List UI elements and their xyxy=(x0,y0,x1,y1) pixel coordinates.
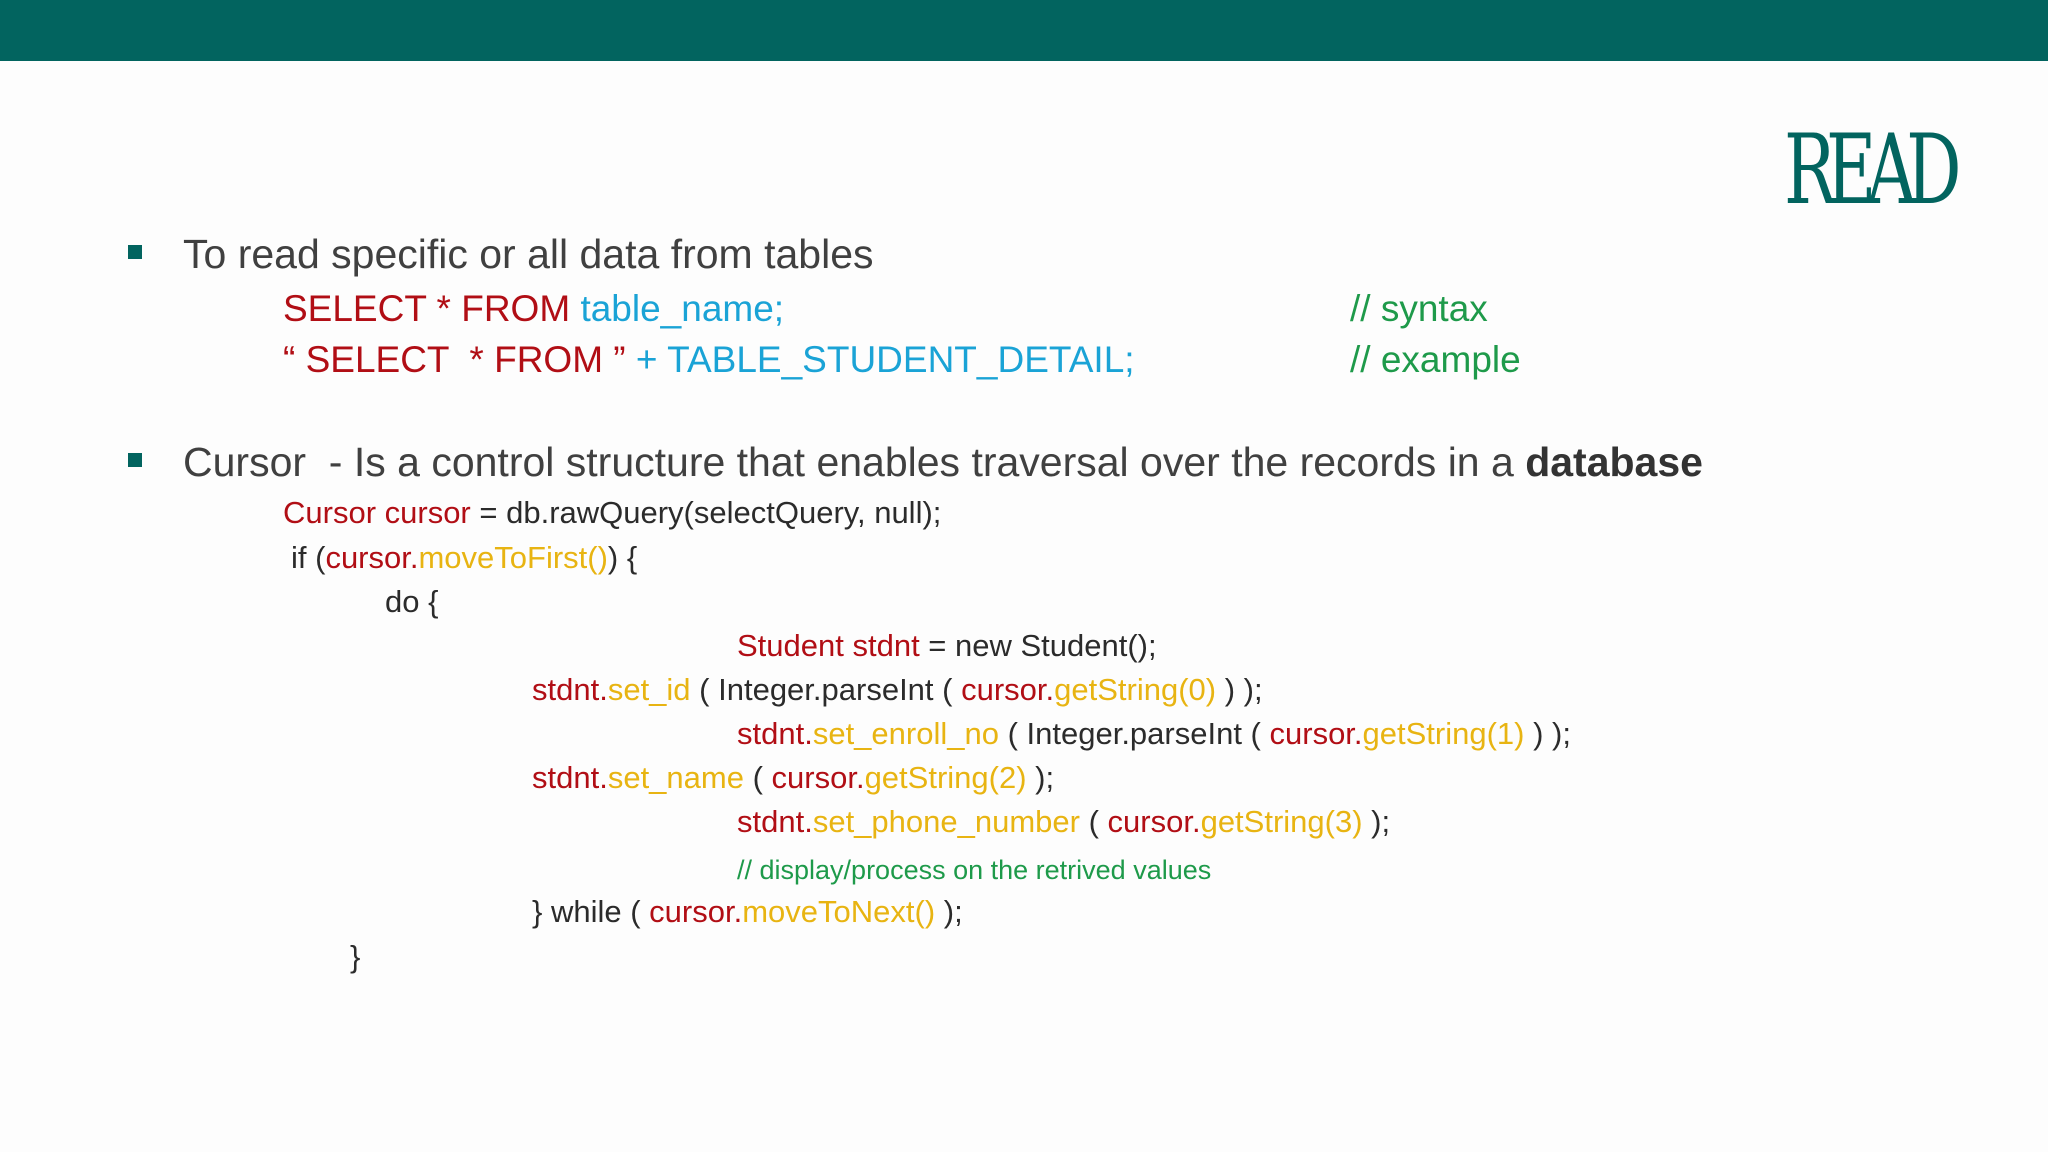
bullet-2-bold: database xyxy=(1525,439,1703,485)
code-stdnt: stdnt. xyxy=(737,716,813,751)
header-bar xyxy=(0,0,2048,61)
bullet-2-text: Cursor - Is a control structure that ena… xyxy=(183,437,1703,487)
code-line-4: Student stdnt = new Student(); xyxy=(737,626,1157,666)
code-line-7: stdnt.set_name ( cursor.getString(2) ); xyxy=(532,758,1054,798)
code-line-10: } while ( cursor.moveToNext() ); xyxy=(532,892,963,932)
code-rawquery: = db.rawQuery(selectQuery, null); xyxy=(470,495,942,530)
code-cursor-ref: cursor. xyxy=(325,540,419,575)
code-getstring-2: getString(2) xyxy=(864,760,1027,795)
code-cursor-ref: cursor. xyxy=(771,760,865,795)
code-student-decl: Student stdnt xyxy=(737,628,920,663)
code-close: ) ); xyxy=(1524,716,1571,751)
bullet-marker-1 xyxy=(128,245,142,259)
code-line-8: stdnt.set_phone_number ( cursor.getStrin… xyxy=(737,802,1390,842)
code-cursor-ref: cursor. xyxy=(1107,804,1201,839)
code-line-1: Cursor cursor = db.rawQuery(selectQuery,… xyxy=(283,493,941,533)
code-parseint: ( Integer.parseInt ( xyxy=(690,672,962,707)
sql-example-table: + TABLE_STUDENT_DETAIL; xyxy=(635,339,1135,380)
bullet-marker-2 xyxy=(128,453,142,467)
sql-table-name: table_name; xyxy=(580,288,785,329)
code-move-to-first: moveToFirst() xyxy=(418,540,608,575)
code-parseint: ( Integer.parseInt ( xyxy=(998,716,1270,751)
code-set-name: set_name xyxy=(607,760,744,795)
code-set-enroll-no: set_enroll_no xyxy=(812,716,999,751)
code-close: ); xyxy=(1362,804,1391,839)
code-getstring-3: getString(3) xyxy=(1200,804,1363,839)
code-while-end: ); xyxy=(935,894,963,929)
code-line-11: } xyxy=(350,939,361,974)
code-stdnt: stdnt. xyxy=(532,760,608,795)
code-line-6: stdnt.set_enroll_no ( Integer.parseInt (… xyxy=(737,714,1571,754)
slide-title: READ xyxy=(1784,114,1962,226)
code-stdnt: stdnt. xyxy=(737,804,813,839)
code-cursor-ref: cursor. xyxy=(649,894,743,929)
code-comment: // display/process on the retrived value… xyxy=(737,855,1212,885)
sql-example-line: “ SELECT * FROM ” + TABLE_STUDENT_DETAIL… xyxy=(283,337,1135,383)
sql-keyword: SELECT * FROM xyxy=(283,288,571,329)
code-if: if ( xyxy=(291,540,326,575)
code-cursor-ref: cursor. xyxy=(961,672,1055,707)
code-cursor-decl: Cursor cursor xyxy=(283,495,471,530)
sql-syntax-line: SELECT * FROM table_name; xyxy=(283,286,784,332)
sql-example-keyword: “ SELECT * FROM ” xyxy=(283,339,626,380)
code-paren: ( xyxy=(1079,804,1108,839)
bullet-2-lead: Cursor - Is a control structure that ena… xyxy=(183,439,1526,485)
example-comment: // example xyxy=(1350,339,1521,380)
code-getstring-1: getString(1) xyxy=(1362,716,1525,751)
code-close: ) ); xyxy=(1216,672,1263,707)
code-line-5: stdnt.set_id ( Integer.parseInt ( cursor… xyxy=(532,670,1263,710)
code-getstring-0: getString(0) xyxy=(1054,672,1217,707)
code-stdnt: stdnt. xyxy=(532,672,608,707)
code-move-to-next: moveToNext() xyxy=(742,894,936,929)
syntax-comment: // syntax xyxy=(1350,288,1488,329)
code-line-2: if (cursor.moveToFirst()) { xyxy=(291,538,637,578)
code-set-phone-number: set_phone_number xyxy=(812,804,1080,839)
code-set-id: set_id xyxy=(607,672,691,707)
code-while: } while ( xyxy=(532,894,650,929)
code-new-student: = new Student(); xyxy=(919,628,1157,663)
code-cursor-ref: cursor. xyxy=(1269,716,1363,751)
code-if-end: ) { xyxy=(607,540,638,575)
code-paren: ( xyxy=(743,760,772,795)
code-line-3: do { xyxy=(385,584,439,619)
bullet-1-text: To read specific or all data from tables xyxy=(183,231,874,277)
code-close: ); xyxy=(1026,760,1055,795)
